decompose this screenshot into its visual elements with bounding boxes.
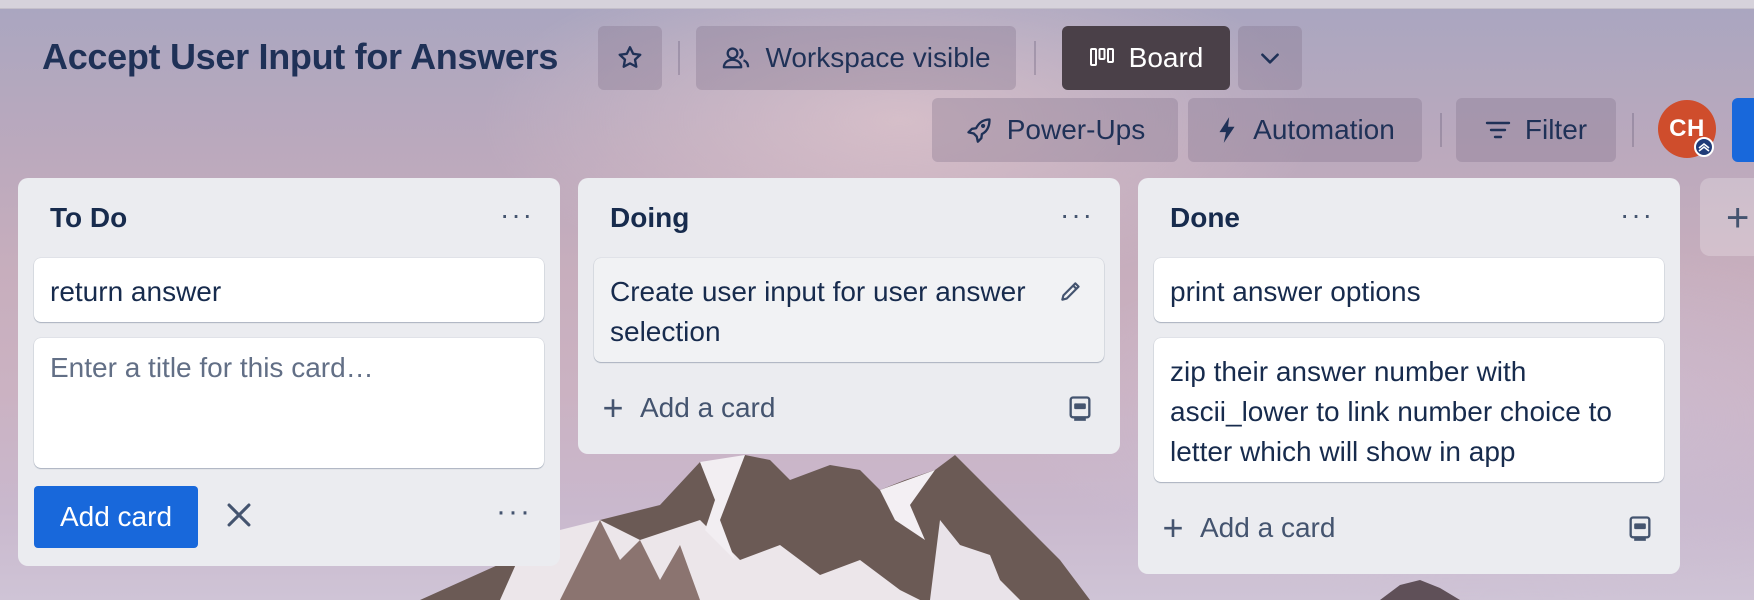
- filter-label: Filter: [1524, 114, 1588, 145]
- filter-button[interactable]: Filter: [1456, 98, 1616, 162]
- card-item[interactable]: print answer options: [1154, 258, 1664, 322]
- plus-icon: +: [1162, 507, 1184, 548]
- add-a-card-label: Add a card: [640, 392, 776, 423]
- plus-icon: +: [1726, 196, 1750, 240]
- list-title[interactable]: Doing: [610, 202, 689, 234]
- view-switcher-dropdown[interactable]: [1238, 26, 1302, 90]
- add-a-card-button[interactable]: + Add a card: [1158, 500, 1664, 556]
- board-view-icon: [1089, 48, 1114, 66]
- list-doing: Doing ··· Create user input for user ans…: [578, 178, 1120, 454]
- add-card-button[interactable]: Add card: [34, 486, 198, 548]
- card-template-icon[interactable]: [1626, 514, 1654, 542]
- close-icon[interactable]: [222, 498, 256, 532]
- card-template-icon[interactable]: [1066, 394, 1094, 422]
- card-title: Create user input for user answer select…: [610, 276, 1026, 347]
- list-menu-icon[interactable]: ···: [500, 201, 534, 229]
- list-title[interactable]: To Do: [50, 202, 127, 234]
- header-divider: [678, 41, 680, 75]
- star-board-button[interactable]: [598, 26, 662, 90]
- list-menu-icon[interactable]: ···: [1060, 201, 1094, 229]
- card-title: print answer options: [1170, 276, 1421, 307]
- list-title[interactable]: Done: [1170, 202, 1240, 234]
- pencil-icon[interactable]: [1058, 278, 1084, 304]
- list-todo: To Do ··· return answer Enter a title fo…: [18, 178, 560, 566]
- admin-badge-icon: [1694, 137, 1714, 157]
- composer-more-icon[interactable]: ···: [496, 497, 532, 527]
- power-ups-button[interactable]: Power-Ups: [932, 98, 1178, 162]
- board-title[interactable]: Accept User Input for Answers: [42, 36, 558, 78]
- plus-icon: +: [602, 387, 624, 428]
- chevron-down-icon: [1261, 53, 1279, 64]
- new-card-title-input[interactable]: Enter a title for this card…: [34, 338, 544, 468]
- board-view-label: Board: [1128, 42, 1204, 73]
- workspace-visible-label: Workspace visible: [765, 42, 991, 73]
- add-a-card-label: Add a card: [1200, 512, 1336, 543]
- automation-button[interactable]: Automation: [1188, 98, 1422, 162]
- header-divider: [1632, 113, 1634, 147]
- automation-label: Automation: [1253, 114, 1395, 145]
- card-item[interactable]: zip their answer number with ascii_lower…: [1154, 338, 1664, 482]
- star-icon: [618, 46, 642, 68]
- share-button[interactable]: [1732, 98, 1754, 162]
- list-done: Done ··· print answer options zip their …: [1138, 178, 1680, 574]
- add-a-card-button[interactable]: + Add a card: [598, 380, 1104, 436]
- power-ups-label: Power-Ups: [1006, 114, 1146, 145]
- header-divider: [1440, 113, 1442, 147]
- board-view-button[interactable]: Board: [1062, 26, 1230, 90]
- filter-icon: [1485, 121, 1511, 139]
- people-icon: [723, 47, 750, 69]
- composer-placeholder: Enter a title for this card…: [50, 352, 374, 383]
- rocket-icon: [967, 118, 991, 143]
- card-item[interactable]: return answer: [34, 258, 544, 322]
- list-menu-icon[interactable]: ···: [1620, 201, 1654, 229]
- card-title: return answer: [50, 276, 222, 307]
- lightning-icon: [1219, 117, 1235, 143]
- card-item[interactable]: Create user input for user answer select…: [594, 258, 1104, 362]
- workspace-visible-button[interactable]: Workspace visible: [696, 26, 1016, 90]
- header-divider: [1034, 41, 1036, 75]
- card-title: zip their answer number with ascii_lower…: [1170, 356, 1612, 467]
